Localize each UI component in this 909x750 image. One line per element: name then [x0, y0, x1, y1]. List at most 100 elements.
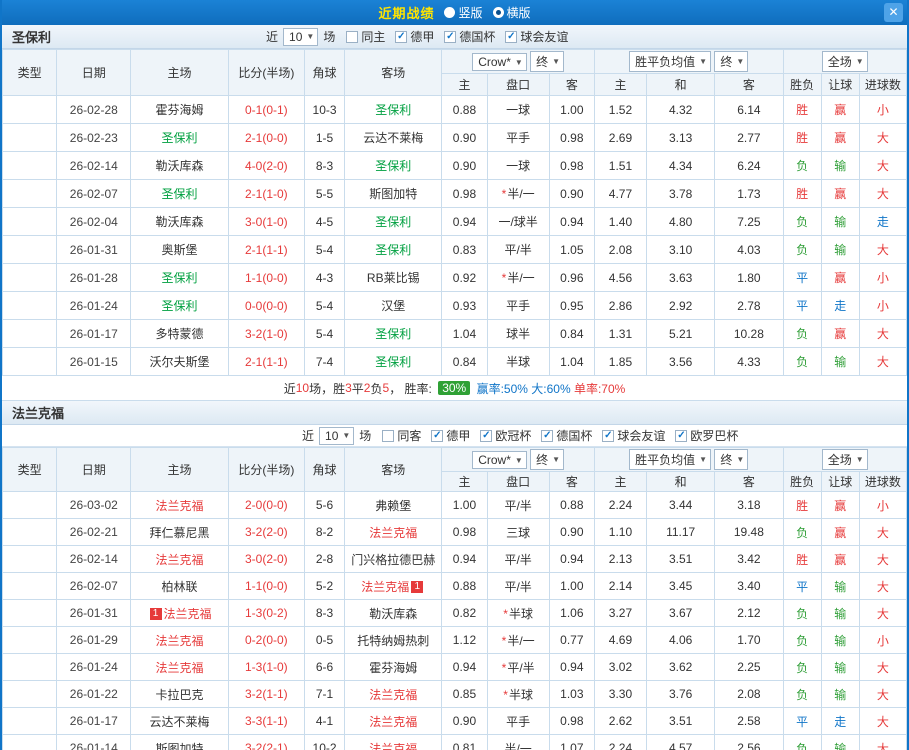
away-team[interactable]: 法兰克福: [344, 518, 443, 546]
team-link[interactable]: 圣保利: [375, 103, 411, 117]
team-link[interactable]: 圣保利: [375, 159, 411, 173]
avg-period-select[interactable]: 终 ▼: [714, 51, 749, 72]
team-link[interactable]: 云达不莱梅: [363, 131, 423, 145]
away-team[interactable]: 勒沃库森: [344, 599, 443, 627]
team-link[interactable]: 拜仁慕尼黑: [150, 526, 210, 540]
team-link[interactable]: 法兰克福: [369, 526, 417, 540]
away-team[interactable]: 圣保利: [344, 319, 443, 348]
away-team[interactable]: 圣保利: [344, 207, 443, 236]
filter-checkbox[interactable]: ✓ 德国杯: [541, 427, 592, 444]
checkbox-icon[interactable]: [382, 429, 395, 442]
close-icon[interactable]: ✕: [884, 3, 903, 22]
home-team[interactable]: 圣保利: [130, 263, 229, 292]
team-link[interactable]: 法兰克福: [156, 499, 204, 513]
team-link[interactable]: 勒沃库森: [369, 607, 417, 621]
checkbox-icon[interactable]: ✓: [480, 429, 493, 442]
checkbox-icon[interactable]: ✓: [444, 30, 457, 43]
checkbox-icon[interactable]: ✓: [602, 429, 615, 442]
team-link[interactable]: 圣保利: [162, 271, 198, 285]
team-link[interactable]: 法兰克福: [156, 634, 204, 648]
team-link[interactable]: 圣保利: [162, 187, 198, 201]
filter-checkbox[interactable]: ✓ 德国杯: [444, 28, 495, 45]
team-link[interactable]: 法兰克福: [369, 688, 417, 702]
checkbox-icon[interactable]: ✓: [541, 429, 554, 442]
team-link[interactable]: 沃尔夫斯堡: [150, 355, 210, 369]
team-link[interactable]: 法兰克福: [164, 607, 212, 621]
team-link[interactable]: 托特纳姆热刺: [357, 634, 429, 648]
avg-odds-select[interactable]: 胜平负均值 ▼: [629, 449, 712, 470]
team-link[interactable]: 云达不莱梅: [150, 715, 210, 729]
filter-checkbox[interactable]: ✓ 欧冠杯: [480, 427, 531, 444]
team-link[interactable]: 门兴格拉德巴赫: [351, 553, 435, 567]
team-link[interactable]: 汉堡: [381, 299, 405, 313]
home-team[interactable]: 圣保利: [130, 291, 229, 320]
filter-checkbox[interactable]: ✓ 德甲: [395, 28, 434, 45]
away-team[interactable]: 圣保利: [344, 347, 443, 376]
team-link[interactable]: 圣保利: [162, 299, 198, 313]
filter-checkbox[interactable]: ✓ 球会友谊: [602, 427, 665, 444]
home-team[interactable]: 法兰克福: [130, 653, 229, 681]
home-team[interactable]: 多特蒙德: [130, 319, 229, 348]
away-team[interactable]: 汉堡: [344, 291, 443, 320]
away-team[interactable]: 斯图加特: [344, 179, 443, 208]
team-link[interactable]: 柏林联: [162, 580, 198, 594]
team-link[interactable]: 斯图加特: [156, 742, 204, 750]
checkbox-icon[interactable]: ✓: [675, 429, 688, 442]
team-link[interactable]: 多特蒙德: [156, 327, 204, 341]
team-link[interactable]: 圣保利: [375, 215, 411, 229]
checkbox-icon[interactable]: ✓: [431, 429, 444, 442]
radio-icon[interactable]: [444, 7, 456, 18]
avg-odds-select[interactable]: 胜平负均值 ▼: [629, 51, 712, 72]
home-team[interactable]: 圣保利: [130, 123, 229, 152]
away-team[interactable]: 圣保利: [344, 235, 443, 264]
team-link[interactable]: 勒沃库森: [156, 159, 204, 173]
team-link[interactable]: 奥斯堡: [162, 243, 198, 257]
team-link[interactable]: 勒沃库森: [156, 215, 204, 229]
home-team[interactable]: 沃尔夫斯堡: [130, 347, 229, 376]
away-team[interactable]: 托特纳姆热刺: [344, 626, 443, 654]
away-team[interactable]: 圣保利: [344, 151, 443, 180]
odds-period-select[interactable]: 终 ▼: [530, 51, 565, 72]
team-link[interactable]: 霍芬海姆: [369, 661, 417, 675]
home-team[interactable]: 法兰克福: [130, 626, 229, 654]
team-link[interactable]: 霍芬海姆: [156, 103, 204, 117]
home-team[interactable]: 奥斯堡: [130, 235, 229, 264]
team-link[interactable]: RB莱比锡: [367, 271, 420, 285]
filter-checkbox[interactable]: ✓ 德甲: [431, 427, 470, 444]
team-link[interactable]: 圣保利: [375, 327, 411, 341]
odds-period-select[interactable]: 终 ▼: [530, 449, 565, 470]
home-team[interactable]: 法兰克福: [130, 545, 229, 573]
home-team[interactable]: 圣保利: [130, 179, 229, 208]
away-team[interactable]: 云达不莱梅: [344, 123, 443, 152]
home-team[interactable]: 卡拉巴克: [130, 680, 229, 708]
away-team[interactable]: 圣保利: [344, 95, 443, 124]
radio-selected-icon[interactable]: [492, 7, 504, 18]
team-link[interactable]: 圣保利: [375, 355, 411, 369]
away-team[interactable]: RB莱比锡: [344, 263, 443, 292]
home-team[interactable]: 云达不莱梅: [130, 707, 229, 735]
team-link[interactable]: 法兰克福: [156, 661, 204, 675]
away-team[interactable]: 法兰克福 1: [344, 572, 443, 600]
home-team[interactable]: 1 法兰克福: [130, 599, 229, 627]
odds-company-select[interactable]: Crow* ▼: [472, 53, 527, 71]
away-team[interactable]: 门兴格拉德巴赫: [344, 545, 443, 573]
filter-checkbox[interactable]: ✓ 球会友谊: [505, 28, 568, 45]
checkbox-icon[interactable]: ✓: [395, 30, 408, 43]
match-count-select[interactable]: 10 ▼: [319, 426, 355, 445]
team-link[interactable]: 卡拉巴克: [156, 688, 204, 702]
team-link[interactable]: 弗赖堡: [375, 499, 411, 513]
filter-checkbox[interactable]: 同客: [382, 427, 421, 444]
away-team[interactable]: 法兰克福: [344, 707, 443, 735]
scope-select[interactable]: 全场 ▼: [821, 51, 868, 72]
avg-period-select[interactable]: 终 ▼: [714, 449, 749, 470]
scope-select[interactable]: 全场 ▼: [821, 449, 868, 470]
match-count-select[interactable]: 10 ▼: [283, 27, 319, 46]
filter-checkbox[interactable]: 同主: [346, 28, 385, 45]
away-team[interactable]: 法兰克福: [344, 734, 443, 750]
checkbox-icon[interactable]: ✓: [505, 30, 518, 43]
team-link[interactable]: 法兰克福: [156, 553, 204, 567]
radio-vertical-layout[interactable]: 竖版: [444, 4, 483, 21]
radio-horizontal-layout[interactable]: 横版: [492, 4, 531, 21]
filter-checkbox[interactable]: ✓ 欧罗巴杯: [675, 427, 738, 444]
team-link[interactable]: 法兰克福: [361, 580, 409, 594]
